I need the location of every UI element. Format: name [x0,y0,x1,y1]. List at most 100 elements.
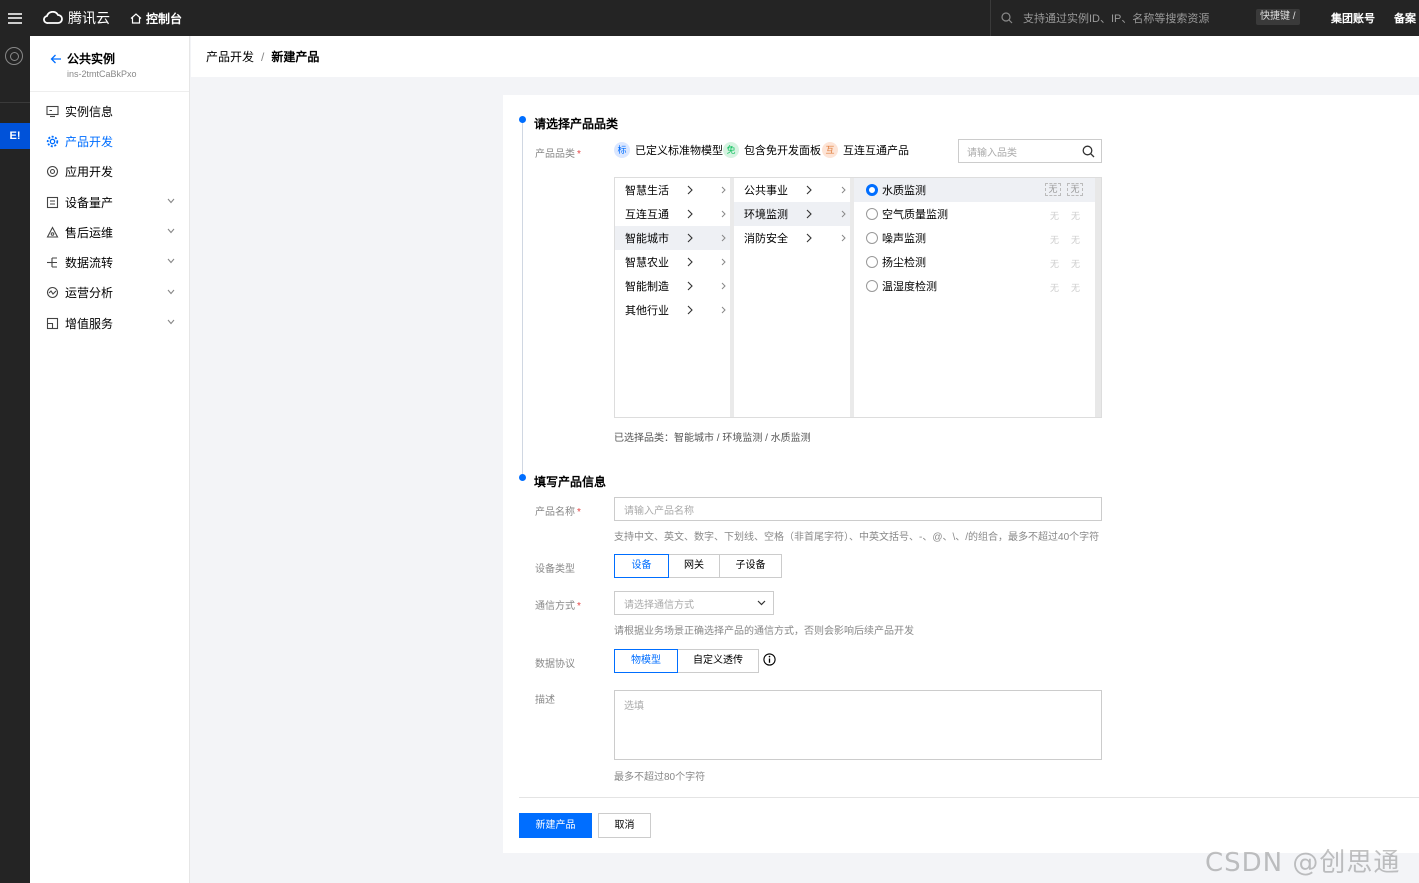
sidebar-nav: 实例信息 产品开发 应用开发 设备量产 售后运维 数据流转 运营分析 增值服务 [30,92,189,338]
back-to-instances[interactable]: 公共实例 [50,50,189,67]
section-title-category: 请选择产品品类 [534,117,619,131]
protocol-custom-passthrough[interactable]: 自定义透传 [677,649,759,673]
brand-logo[interactable]: 腾讯云 [42,8,110,28]
chevron-right-icon [687,257,693,267]
info-icon[interactable] [763,653,776,666]
comm-method-select[interactable]: 请选择通信方式 [614,591,774,615]
console-link[interactable]: 控制台 [130,10,182,27]
subcategory-option[interactable]: 消防安全 [734,226,850,250]
comm-method-help: 请根据业务场景正确选择产品的通信方式，否则会影响后续产品开发 [614,626,914,637]
legend-text: 已定义标准物模型 [635,145,723,157]
watermark: CSDN @创思通信 [1205,848,1401,878]
product-name-label: 产品名称 * [535,503,581,518]
legend-text: 互连互通产品 [843,145,909,157]
product-name-input[interactable]: 请输入产品名称 [614,497,1102,521]
maintenance-icon [46,226,59,239]
beian-link[interactable]: 备案 [1394,10,1416,26]
category-option[interactable]: 智能制造 [615,274,730,298]
product-type-option[interactable]: 空气质量监测 无 无 [854,202,1097,226]
chevron-right-icon [687,305,693,315]
analytics-icon [46,286,59,299]
group-account-link[interactable]: 集团账号 [1331,10,1375,26]
iot-product-icon[interactable] [5,47,23,65]
description-textarea[interactable]: 选填 [614,690,1102,760]
category-option[interactable]: 智慧生活 [615,178,730,202]
sidebar-item-label: 增值服务 [65,316,114,331]
sidebar-item-data-flow[interactable]: 数据流转 [30,247,189,277]
comm-method-placeholder: 请选择通信方式 [624,599,694,611]
sidebar-item-label: 运营分析 [65,286,114,301]
device-type-device[interactable]: 设备 [614,554,669,578]
device-type-subdevice[interactable]: 子设备 [719,554,782,578]
production-icon [46,196,59,209]
global-search[interactable]: 支持通过实例ID、IP、名称等搜索资源 [990,0,1240,36]
protocol-thing-model[interactable]: 物模型 [614,649,678,673]
cancel-button[interactable]: 取消 [598,813,651,838]
sidebar-item-label: 售后运维 [65,225,114,240]
required-mark: * [577,601,581,612]
sidebar-item-after-sales[interactable]: 售后运维 [30,217,189,247]
arrow-left-icon [50,54,61,63]
category-cascader: 智慧生活 互连互通 智能城市 智慧农业 智能制造 其他行业 公共事业 环境监测 … [614,177,1102,418]
radio-unchecked[interactable] [866,280,878,292]
rail-active-product[interactable]: E! [0,123,30,149]
option-label: 公共事业 [744,185,788,197]
sidebar: 公共实例 ins-2tmtCaBkPxo 实例信息 产品开发 应用开发 设备量产… [30,36,190,883]
chevron-down-icon [757,600,766,606]
sidebar-item-instance-info[interactable]: 实例信息 [30,96,189,126]
sidebar-item-product-dev[interactable]: 产品开发 [30,126,189,156]
shortcut-hint: 快捷键 / [1256,9,1300,25]
subcategory-option-selected[interactable]: 环境监测 [734,202,850,226]
option-label: 智能制造 [625,281,669,293]
sidebar-item-label: 应用开发 [65,165,114,180]
radio-unchecked[interactable] [866,232,878,244]
menu-button[interactable] [0,0,30,36]
subcategory-option[interactable]: 公共事业 [734,178,850,202]
sidebar-item-label: 实例信息 [65,104,114,119]
attribute-b: 无 [1071,235,1081,245]
product-type-option[interactable]: 温湿度检测 无 无 [854,274,1097,298]
breadcrumb-parent[interactable]: 产品开发 [206,48,254,65]
sidebar-item-mass-production[interactable]: 设备量产 [30,187,189,217]
free-badge: 免 [723,142,739,158]
search-icon[interactable] [1082,145,1095,158]
option-label: 扬尘检测 [882,257,926,269]
interconnect-badge: 互 [822,142,838,158]
product-type-option-selected[interactable]: 水质监测 无 无 [854,178,1097,202]
step-timeline [522,120,523,478]
category-option-selected[interactable]: 智能城市 [615,226,730,250]
caret-right-icon [721,258,726,266]
radio-unchecked[interactable] [866,256,878,268]
category-option[interactable]: 智慧农业 [615,250,730,274]
required-mark: * [577,507,581,518]
attribute-a: 无 [1050,283,1060,293]
create-product-button[interactable]: 新建产品 [519,813,592,838]
device-type-gateway[interactable]: 网关 [668,554,720,578]
chevron-right-icon [687,233,693,243]
category-label-text: 产品品类 [535,149,575,160]
option-label: 智能城市 [625,233,669,245]
product-type-option[interactable]: 噪声监测 无 无 [854,226,1097,250]
caret-right-icon [721,306,726,314]
section-title-product-info: 填写产品信息 [534,475,607,489]
cascader-level-2: 公共事业 环境监测 消防安全 [734,178,854,417]
product-type-option[interactable]: 扬尘检测 无 无 [854,250,1097,274]
category-option[interactable]: 其他行业 [615,298,730,322]
attribute-b: 无 [1067,183,1083,196]
category-option[interactable]: 互连互通 [615,202,730,226]
sidebar-item-ops-analysis[interactable]: 运营分析 [30,278,189,308]
sidebar-item-app-dev[interactable]: 应用开发 [30,157,189,187]
caret-right-icon [721,282,726,290]
console-label: 控制台 [146,11,183,26]
sidebar-item-label: 产品开发 [65,134,114,149]
radio-unchecked[interactable] [866,208,878,220]
instance-id: ins-2tmtCaBkPxo [67,69,137,79]
cascader-scrollbar[interactable] [1095,178,1101,417]
radio-checked[interactable] [866,184,878,196]
device-type-segmented: 设备 网关 子设备 [614,554,782,578]
category-search-input[interactable]: 请输入品类 [958,139,1102,163]
chevron-down-icon [167,259,175,264]
sidebar-item-value-added[interactable]: 增值服务 [30,308,189,338]
chevron-down-icon [167,228,175,234]
home-icon [130,12,142,24]
